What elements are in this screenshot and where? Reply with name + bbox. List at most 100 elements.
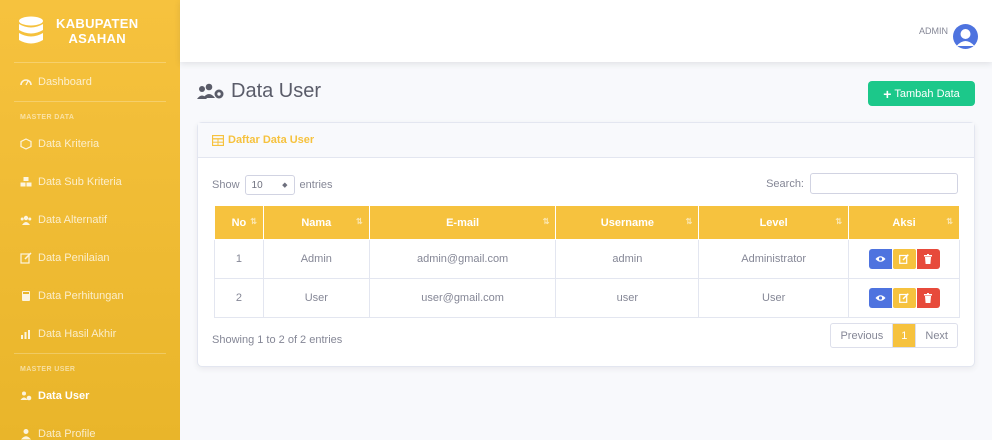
cell-level: Administrator [698, 239, 850, 279]
sidebar-item-label: Data Sub Kriteria [38, 176, 122, 188]
trash-icon [924, 293, 933, 303]
sidebar-item-label: Data Kriteria [38, 138, 100, 150]
cell-username: user [555, 278, 700, 318]
pagination-next[interactable]: Next [915, 324, 957, 347]
view-button[interactable] [868, 249, 892, 269]
view-button[interactable] [868, 288, 892, 308]
search-input[interactable] [810, 173, 958, 194]
sidebar: KABUPATEN ASAHAN Dashboard MASTER DATA D… [0, 0, 180, 440]
action-group [868, 249, 940, 269]
table-info: Showing 1 to 2 of 2 entries [212, 334, 343, 346]
cell-email: user@gmail.com [368, 278, 557, 318]
users-icon [20, 215, 32, 225]
sidebar-item-dashboard[interactable]: Dashboard [0, 63, 180, 101]
calculator-icon [22, 291, 30, 301]
brand-line-2: ASAHAN [68, 31, 126, 46]
brand[interactable]: KABUPATEN ASAHAN [0, 0, 180, 62]
users-cog-icon [197, 83, 224, 99]
cell-nama: Admin [262, 239, 370, 279]
sidebar-item-data-penilaian[interactable]: Data Penilaian [0, 239, 180, 277]
eye-icon [875, 295, 886, 301]
sidebar-heading-master-user: MASTER USER [20, 366, 76, 373]
cell-email: admin@gmail.com [368, 239, 557, 279]
tambah-data-label: Tambah Data [894, 87, 960, 100]
search-control: Search: [766, 173, 958, 194]
sidebar-item-data-alternatif[interactable]: Data Alternatif [0, 201, 180, 239]
sidebar-item-label: Data Alternatif [38, 214, 108, 226]
column-header-no[interactable]: No ⇅ [214, 205, 264, 240]
brand-text: KABUPATEN ASAHAN [56, 16, 138, 46]
chevron-updown-icon: ◆ [282, 182, 288, 189]
delete-button[interactable] [916, 288, 940, 308]
avatar[interactable] [953, 24, 978, 49]
entries-length-control: Show 10 ◆ entries [212, 175, 333, 195]
chart-icon [21, 330, 30, 339]
cell-no: 2 [214, 278, 264, 318]
card-title: Daftar Data User [228, 134, 315, 146]
pagination-page-1[interactable]: 1 [893, 324, 916, 347]
sidebar-item-data-user[interactable]: Data User [0, 377, 180, 415]
database-icon [19, 16, 43, 44]
cell-no: 1 [214, 239, 264, 279]
data-user-card: Daftar Data User Show 10 ◆ entries Searc… [197, 122, 975, 367]
table-row: 2 User user@gmail.com user User [214, 278, 960, 318]
edit-icon [20, 252, 32, 264]
pagination-previous[interactable]: Previous [831, 324, 894, 347]
delete-button[interactable] [916, 249, 940, 269]
sidebar-item-label: Data Profile [38, 428, 96, 440]
user-avatar-icon [956, 29, 975, 46]
sort-icon: ⇅ [250, 217, 257, 226]
column-header-level[interactable]: Level ⇅ [698, 205, 850, 240]
edit-icon [899, 293, 909, 303]
topbar: ADMIN [180, 0, 992, 62]
eye-icon [875, 256, 886, 262]
cubes-icon [20, 177, 32, 187]
sort-icon: ⇅ [356, 217, 363, 226]
column-header-label: Level [759, 216, 788, 229]
sidebar-item-label: Data User [38, 390, 90, 402]
sidebar-item-label: Dashboard [38, 76, 92, 88]
card-header: Daftar Data User [198, 123, 974, 158]
plus-icon: + [883, 85, 892, 102]
users-cog-icon [20, 391, 32, 401]
column-header-label: Aksi [892, 216, 916, 229]
column-header-nama[interactable]: Nama ⇅ [262, 205, 370, 240]
sidebar-item-data-perhitungan[interactable]: Data Perhitungan [0, 277, 180, 315]
edit-button[interactable] [892, 288, 916, 308]
sidebar-item-label: Data Hasil Akhir [38, 328, 117, 340]
entries-select-value: 10 [251, 179, 263, 191]
table-row: 1 Admin admin@gmail.com admin Administra… [214, 239, 960, 279]
tambah-data-button[interactable]: + Tambah Data [868, 81, 975, 106]
trash-icon [924, 254, 933, 264]
column-header-label: No [231, 216, 247, 229]
sidebar-item-data-sub-kriteria[interactable]: Data Sub Kriteria [0, 163, 180, 201]
column-header-username[interactable]: Username ⇅ [555, 205, 700, 240]
sidebar-item-label: Data Penilaian [38, 252, 110, 264]
pagination: Previous 1 Next [830, 323, 958, 348]
column-header-label: E-mail [446, 216, 480, 229]
show-label: Show [212, 179, 240, 191]
topbar-user-name[interactable]: ADMIN [919, 26, 948, 36]
edit-icon [899, 254, 909, 264]
sidebar-heading-master-data: MASTER DATA [20, 114, 75, 121]
brand-line-1: KABUPATEN [56, 16, 139, 31]
column-header-label: Username [600, 216, 654, 229]
sort-icon: ⇅ [835, 217, 843, 226]
entries-select[interactable]: 10 ◆ [244, 175, 295, 195]
cell-aksi [848, 239, 960, 279]
sort-icon: ⇅ [685, 217, 693, 226]
page-title-text: Data User [231, 80, 322, 102]
edit-button[interactable] [892, 249, 916, 269]
column-header-aksi[interactable]: Aksi ⇅ [848, 205, 960, 240]
action-group [868, 288, 940, 308]
column-header-label: Nama [301, 216, 332, 229]
sidebar-item-data-hasil-akhir[interactable]: Data Hasil Akhir [0, 315, 180, 353]
cube-icon [20, 138, 32, 150]
sidebar-item-data-kriteria[interactable]: Data Kriteria [0, 125, 180, 163]
sort-icon: ⇅ [946, 217, 953, 226]
cell-level: User [698, 278, 850, 318]
search-label: Search: [766, 177, 804, 190]
sidebar-item-data-profile[interactable]: Data Profile [0, 415, 180, 440]
column-header-email[interactable]: E-mail ⇅ [368, 205, 557, 240]
sort-icon: ⇅ [542, 217, 550, 226]
